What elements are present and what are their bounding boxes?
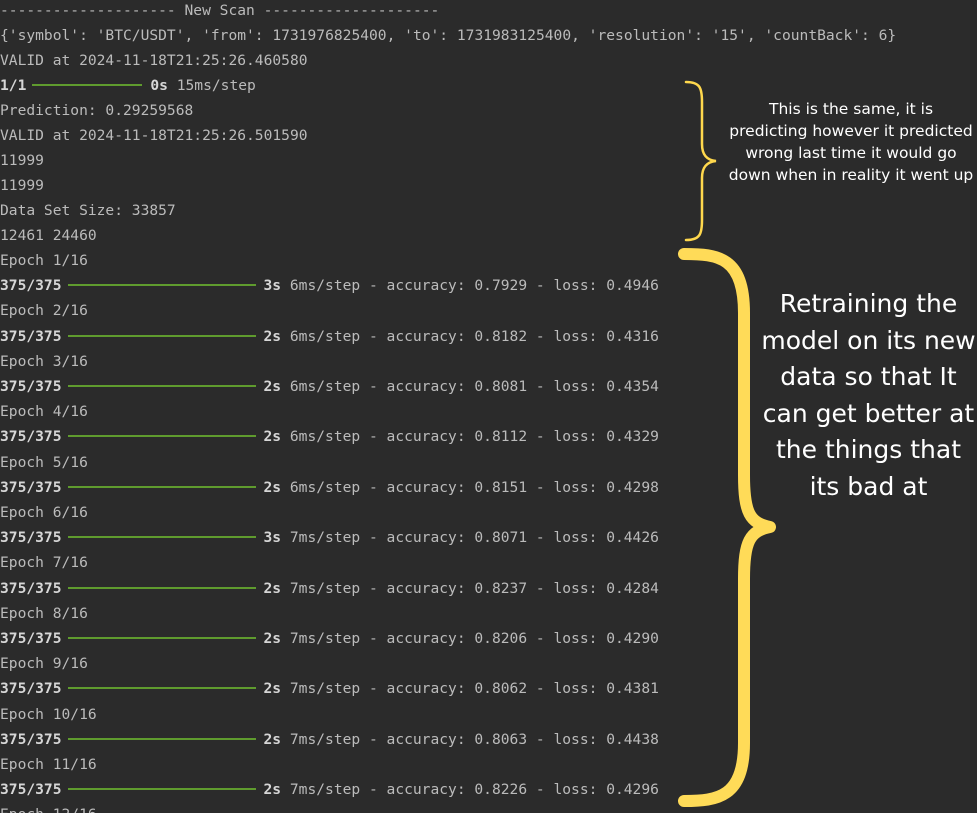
progress-rate: 15ms/step [176,77,256,94]
progress-bar [67,435,256,438]
progress-bar [67,586,256,589]
progress-stats: 7ms/step - accuracy: 0.8206 - loss: 0.42… [289,630,659,647]
progress-step: 375/375 [0,277,62,295]
epoch-progress-line: 375/375 2s 6ms/step - accuracy: 0.8081 - … [0,374,659,399]
progress-bar [67,637,256,639]
progress-step: 375/375 [0,478,62,496]
progress-step: 375/375 [0,579,62,597]
progress-bar [32,84,143,86]
progress-time: 3s [263,529,282,547]
epoch-label: Epoch 5/16 [0,453,88,471]
epoch-label: Epoch 7/16 [0,554,88,572]
epoch-label: Epoch 10/16 [0,705,97,723]
progress-stats: 7ms/step - accuracy: 0.8237 - loss: 0.42… [289,579,659,597]
progress-time: 0s [150,77,168,94]
progress-bar [67,284,256,287]
scan-params: {'symbol': 'BTC/USDT', 'from': 173197682… [0,27,897,44]
progress-time: 2s [263,579,282,597]
progress-step: 375/375 [0,730,62,748]
progress-time: 2s [263,680,282,698]
valid-timestamp: VALID at 2024-11-18T21:25:26.501590 [0,127,308,144]
progress-step: 375/375 [0,781,62,799]
epoch-label: Epoch 8/16 [0,604,88,622]
progress-time: 3s [263,277,282,295]
progress-stats: 7ms/step - accuracy: 0.8071 - loss: 0.44… [289,529,659,547]
epoch-progress-line: 375/375 2s 7ms/step - accuracy: 0.8063 - … [0,727,659,752]
epoch-label: Epoch 3/16 [0,352,88,370]
progress-stats: 7ms/step - accuracy: 0.8062 - loss: 0.43… [289,680,659,698]
epoch-progress-line: 375/375 2s 6ms/step - accuracy: 0.8151 - … [0,475,659,500]
epoch-label: Epoch 11/16 [0,756,97,773]
epoch-label: Epoch 9/16 [0,655,88,673]
epoch-label: Epoch 1/16 [0,252,88,269]
big-annotation: Retraining the model on its new data so … [761,289,976,501]
epoch-progress-line: 375/375 2s 6ms/step - accuracy: 0.8112 - … [0,424,659,449]
progress-time: 2s [263,730,282,748]
epoch-label: Epoch 12/16 [0,802,97,813]
epoch-progress-line: 375/375 3s 7ms/step - accuracy: 0.8071 - … [0,525,659,550]
progress-bar [67,334,256,337]
progress-bar [67,687,256,690]
epoch-progress-line: 375/375 2s 7ms/step - accuracy: 0.8062 - … [0,676,659,701]
progress-time: 2s [263,327,282,345]
epoch-label: Epoch 6/16 [0,504,88,521]
progress-step: 375/375 [0,428,62,446]
count-line: 11999 [0,177,44,194]
predict-progress-line: 1/1 0s 15ms/step [0,73,256,98]
progress-stats: 6ms/step - accuracy: 0.8081 - loss: 0.43… [289,378,659,395]
progress-stats: 6ms/step - accuracy: 0.8182 - loss: 0.43… [289,327,659,345]
small-annotation: This is the same, it is predicting howev… [728,100,974,184]
progress-stats: 7ms/step - accuracy: 0.8226 - loss: 0.42… [289,781,659,799]
valid-timestamp: VALID at 2024-11-18T21:25:26.460580 [0,52,308,69]
dataset-size-line: Data Set Size: 33857 [0,202,176,219]
progress-step: 375/375 [0,378,62,395]
small-curly-brace [684,80,717,242]
epoch-progress-line: 375/375 3s 6ms/step - accuracy: 0.7929 - … [0,273,659,298]
progress-stats: 7ms/step - accuracy: 0.8063 - loss: 0.44… [289,730,659,748]
progress-time: 2s [263,378,282,395]
prediction-line: Prediction: 0.29259568 [0,102,194,119]
progress-step: 375/375 [0,680,62,698]
epoch-progress-line: 375/375 2s 6ms/step - accuracy: 0.8182 - … [0,324,659,349]
epoch-label: Epoch 4/16 [0,403,88,421]
progress-step: 375/375 [0,327,62,345]
progress-bar [67,536,256,539]
progress-bar [67,485,256,488]
progress-stats: 6ms/step - accuracy: 0.8151 - loss: 0.42… [289,478,659,496]
progress-time: 2s [263,630,282,647]
progress-bar [67,385,256,387]
split-line: 12461 24460 [0,227,97,244]
epoch-progress-line: 375/375 2s 7ms/step - accuracy: 0.8206 - … [0,626,659,651]
progress-time: 2s [263,478,282,496]
epoch-progress-line: 375/375 2s 7ms/step - accuracy: 0.8237 - … [0,576,659,601]
progress-bar [67,737,256,740]
progress-step: 1/1 [0,77,27,94]
progress-time: 2s [263,781,282,799]
progress-step: 375/375 [0,630,62,647]
epoch-label: Epoch 2/16 [0,302,88,320]
count-line: 11999 [0,152,44,169]
progress-time: 2s [263,428,282,446]
scan-header: -------------------- New Scan ----------… [0,2,440,19]
progress-bar [67,788,256,791]
progress-stats: 6ms/step - accuracy: 0.7929 - loss: 0.49… [289,277,659,295]
progress-step: 375/375 [0,529,62,547]
epoch-progress-line: 375/375 2s 7ms/step - accuracy: 0.8226 - … [0,777,659,802]
progress-stats: 6ms/step - accuracy: 0.8112 - loss: 0.43… [289,428,659,446]
